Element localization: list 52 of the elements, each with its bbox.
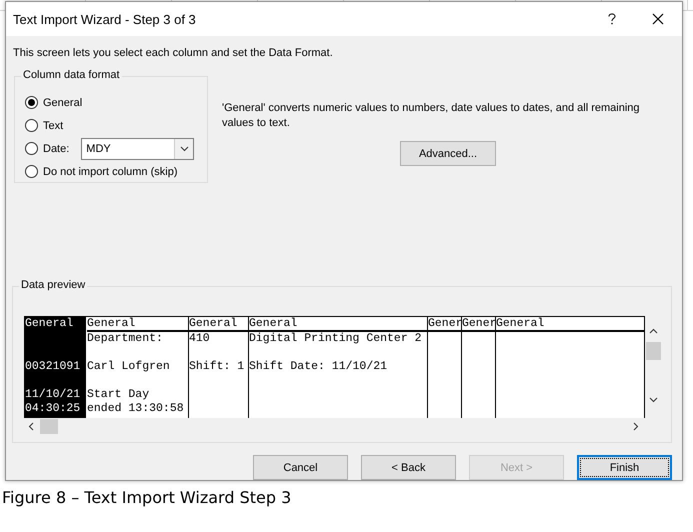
table-cell-text: Shift Date: 11/10/21	[249, 360, 388, 374]
scroll-down-icon[interactable]	[649, 397, 658, 403]
window-title: Text Import Wizard - Step 3 of 3	[13, 12, 197, 26]
radio-button[interactable]	[25, 96, 38, 109]
help-icon[interactable]	[608, 13, 616, 25]
radio-button[interactable]	[25, 165, 38, 178]
column-header[interactable]: General	[87, 317, 188, 332]
radio-button[interactable]	[25, 119, 38, 132]
scroll-right-icon[interactable]	[633, 422, 639, 430]
table-column[interactable]: Gener	[428, 317, 462, 418]
wizard-button[interactable]: Cancel	[253, 455, 348, 480]
group-title: Column data format	[21, 69, 122, 81]
table-column[interactable]: General Department: Carl Lofgren Start Day ended 13:30:58	[87, 317, 189, 418]
table-cell-text: 410	[189, 332, 211, 346]
option-label: Do not import column (skip)	[43, 166, 178, 178]
table-column[interactable]: General 00321091 11/10/21 04:30:25	[25, 317, 87, 418]
column-header[interactable]: General	[249, 317, 427, 332]
radio-button[interactable]	[25, 142, 38, 155]
table-cell-text: Digital Printing Center 2	[249, 332, 423, 346]
advanced-button[interactable]: Advanced...	[400, 141, 496, 166]
instruction-text: This screen lets you select each column and set the Data Format.	[13, 47, 334, 59]
scroll-thumb[interactable]	[40, 418, 58, 434]
close-icon[interactable]	[652, 13, 664, 25]
group-title: Data preview	[19, 279, 88, 291]
figure-caption: Figure 8 – Text Import Wizard Step 3	[2, 488, 292, 507]
caret-icon	[174, 138, 194, 158]
option-label: Date:	[43, 142, 70, 154]
column-header[interactable]: Gener	[428, 317, 461, 332]
column-header[interactable]: General	[496, 317, 644, 332]
column-header[interactable]: Gener	[462, 317, 495, 332]
table-column[interactable]: Gener	[462, 317, 496, 418]
table-column[interactable]: General 410 Shift: 1	[189, 317, 249, 418]
table-cell-text: Shift: 1	[189, 360, 246, 374]
wizard-button[interactable]: Finish	[577, 455, 672, 480]
table-cell-text: Carl Lofgren	[87, 360, 171, 374]
table-cell-text: Department:	[87, 332, 164, 346]
date-format-dropdown[interactable]: MDY	[81, 138, 194, 160]
table-column[interactable]: General Digital Printing Center 2 Shift Date: 11/10/21	[249, 317, 428, 418]
wizard-button[interactable]: < Back	[361, 455, 456, 480]
scroll-left-icon[interactable]	[28, 422, 34, 430]
column-header[interactable]: General	[189, 317, 248, 332]
scroll-up-icon[interactable]	[649, 328, 658, 334]
table-cell-text: 04:30:25	[25, 402, 82, 416]
table-cell-text: 00321091	[25, 360, 82, 374]
table-cell-text: Start Day	[87, 388, 150, 402]
option-label: General	[43, 96, 82, 108]
table-cell-text: 11/10/21	[25, 388, 82, 402]
option-label: Text	[43, 120, 64, 132]
format-description: 'General' converts numeric values to numbers, date values to dates, and all remaining values to text.	[222, 101, 641, 131]
table-column[interactable]: General	[496, 317, 645, 418]
scroll-thumb[interactable]	[646, 342, 661, 360]
table-cell-text: ended 13:30:58	[87, 402, 185, 416]
